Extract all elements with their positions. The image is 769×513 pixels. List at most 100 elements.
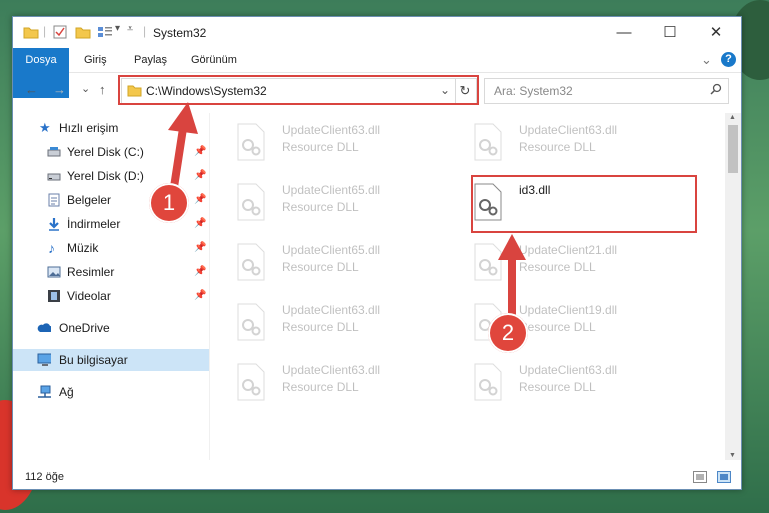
sidebar-item-music[interactable]: ♪ Müzik 📌 <box>13 237 209 259</box>
file-type: Resource DLL <box>282 260 359 274</box>
sidebar-item-label: Yerel Disk (D:) <box>67 169 144 183</box>
file-list: UpdateClient63.dll Resource DLL UpdateCl… <box>209 113 726 460</box>
window-title: System32 <box>153 26 207 40</box>
sidebar-item-label: OneDrive <box>59 321 110 335</box>
file-highlight-box <box>471 175 697 233</box>
explorer-window: | ▾ ⩡ | System32 — ☐ ✕ Dosya Giriş Payla… <box>12 16 742 490</box>
vertical-scrollbar[interactable]: ▲ ▼ <box>725 113 741 460</box>
sidebar-item-label: Yerel Disk (C:) <box>67 145 144 159</box>
large-icons-view-icon[interactable] <box>717 471 731 483</box>
address-row: ← → ⌄ ↑ C:\Windows\System32 ⌄ ↻ Ara: Sys… <box>13 73 741 109</box>
file-type: Resource DLL <box>282 320 359 334</box>
list-item[interactable]: UpdateClient65.dll Resource DLL <box>236 179 456 229</box>
item-count: 112 öğe <box>25 471 64 483</box>
status-bar: 112 öğe <box>13 465 741 489</box>
search-placeholder: Ara: System32 <box>494 84 573 98</box>
dll-file-icon <box>474 123 502 161</box>
pin-icon: 📌 <box>194 266 207 277</box>
tab-share[interactable]: Paylaş <box>134 48 167 72</box>
sidebar-item-label: Hızlı erişim <box>59 121 119 135</box>
sidebar-item-label: Müzik <box>67 241 99 255</box>
file-type: Resource DLL <box>519 380 596 394</box>
file-name: UpdateClient63.dll <box>519 123 618 137</box>
sidebar-item-label: Ağ <box>59 385 74 399</box>
music-icon: ♪ <box>48 240 55 256</box>
dll-file-icon <box>237 183 265 221</box>
search-icon <box>710 83 722 95</box>
file-type: Resource DLL <box>519 140 596 154</box>
sidebar-item-label: Belgeler <box>67 193 112 207</box>
pictures-icon <box>47 266 61 278</box>
dll-file-icon <box>237 363 265 401</box>
separator: | <box>43 24 47 38</box>
back-button[interactable]: ← <box>25 82 38 97</box>
sidebar-item-pictures[interactable]: Resimler 📌 <box>13 261 209 283</box>
dll-file-icon <box>237 303 265 341</box>
dll-file-icon <box>474 363 502 401</box>
ribbon-tabs: Dosya Giriş Paylaş Görünüm ⌄ ? <box>13 48 741 98</box>
computer-icon <box>37 353 51 366</box>
sidebar-item-network[interactable]: Ağ <box>13 381 209 403</box>
tab-view[interactable]: Görünüm <box>191 48 237 72</box>
help-icon[interactable]: ? <box>721 52 736 67</box>
sidebar-item-onedrive[interactable]: OneDrive <box>13 317 209 339</box>
dropdown-arrow-icon[interactable]: ▾ <box>115 23 120 34</box>
drive-icon <box>47 147 61 157</box>
collapse-ribbon-icon[interactable]: ⌄ <box>701 48 712 72</box>
file-type: Resource DLL <box>282 200 359 214</box>
list-item[interactable]: UpdateClient63.dll Resource DLL <box>236 119 456 169</box>
up-button[interactable]: ↑ <box>99 82 106 97</box>
file-name: UpdateClient63.dll <box>282 363 381 377</box>
step-2-badge: 2 <box>488 313 528 353</box>
drive-icon <box>47 173 61 181</box>
pin-icon: 📌 <box>194 218 207 229</box>
list-item[interactable]: UpdateClient63.dll Resource DLL <box>236 299 456 349</box>
scrollbar-thumb[interactable] <box>728 125 738 173</box>
folder-icon <box>23 27 39 39</box>
tab-home[interactable]: Giriş <box>84 48 107 72</box>
star-icon: ★ <box>39 120 51 135</box>
scroll-up-icon[interactable]: ▲ <box>729 114 736 121</box>
view-icon[interactable] <box>97 25 113 39</box>
list-item[interactable]: UpdateClient63.dll Resource DLL <box>473 359 693 409</box>
separator: | <box>143 24 147 38</box>
file-name: UpdateClient63.dll <box>282 303 381 317</box>
minimize-button[interactable]: — <box>601 17 647 48</box>
forward-button[interactable]: → <box>53 82 66 97</box>
dll-file-icon <box>237 243 265 281</box>
pin-icon: 📌 <box>194 242 207 253</box>
close-button[interactable]: ✕ <box>693 17 739 48</box>
file-name: UpdateClient63.dll <box>519 363 618 377</box>
cloud-icon <box>37 323 51 332</box>
sidebar-item-label: Videolar <box>67 289 111 303</box>
sidebar-item-label: Resimler <box>67 265 115 279</box>
recent-locations-button[interactable]: ⌄ <box>81 82 90 95</box>
list-item[interactable]: UpdateClient65.dll Resource DLL <box>236 239 456 289</box>
new-folder-icon[interactable] <box>75 25 91 39</box>
title-bar: | ▾ ⩡ | System32 — ☐ ✕ <box>13 17 741 48</box>
network-icon <box>38 385 51 398</box>
sidebar-item-this-pc[interactable]: Bu bilgisayar <box>13 349 209 371</box>
file-name: UpdateClient65.dll <box>282 183 381 197</box>
search-input[interactable]: Ara: System32 <box>484 78 729 104</box>
sidebar-item-videos[interactable]: Videolar 📌 <box>13 285 209 307</box>
scroll-down-icon[interactable]: ▼ <box>729 452 736 459</box>
download-icon <box>49 218 59 231</box>
list-item[interactable]: UpdateClient63.dll Resource DLL <box>473 119 693 169</box>
details-view-icon[interactable] <box>693 471 707 483</box>
list-item[interactable]: UpdateClient63.dll Resource DLL <box>236 359 456 409</box>
file-name: UpdateClient63.dll <box>282 123 381 137</box>
sidebar-item-label: Bu bilgisayar <box>59 353 128 367</box>
properties-icon[interactable] <box>53 25 67 39</box>
video-icon <box>48 290 60 302</box>
maximize-button[interactable]: ☐ <box>647 17 693 48</box>
step-1-badge: 1 <box>149 183 189 223</box>
file-name: UpdateClient65.dll <box>282 243 381 257</box>
file-type: Resource DLL <box>282 380 359 394</box>
pin-icon: 📌 <box>194 290 207 301</box>
documents-icon <box>48 193 60 207</box>
sidebar-item-label: İndirmeler <box>67 217 121 231</box>
customize-toolbar-icon[interactable]: ⩡ <box>127 23 133 36</box>
dll-file-icon <box>237 123 265 161</box>
file-type: Resource DLL <box>282 140 359 154</box>
